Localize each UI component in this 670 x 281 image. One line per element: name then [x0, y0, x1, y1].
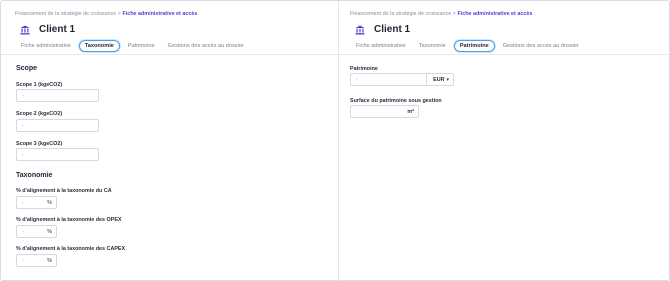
breadcrumb: Financement de la stratégie de croissanc…	[15, 11, 197, 17]
field-label: Patrimoine	[350, 66, 378, 72]
field-label: % d'alignement à la taxonomie du CA	[16, 188, 112, 194]
breadcrumb: Financement de la stratégie de croissanc…	[350, 11, 532, 17]
input-value: -	[22, 200, 24, 206]
percent-unit: %	[47, 258, 52, 264]
input-value: -	[22, 229, 24, 235]
field-label: Surface du patrimoine sous gestion	[350, 98, 442, 104]
left-header: Financement de la stratégie de croissanc…	[1, 1, 338, 55]
input-value: -	[22, 93, 24, 99]
tab-gestions-acces[interactable]: Gestions des accès au dossier	[163, 41, 249, 51]
currency-select[interactable]: EUR ▾	[433, 77, 449, 83]
breadcrumb-parent-link[interactable]: Financement de la stratégie de croissanc…	[350, 11, 451, 17]
field-label: Scope 3 (kgeCO2)	[16, 141, 63, 147]
title-row: Client 1	[20, 24, 75, 35]
divider	[426, 74, 427, 85]
surface-input[interactable]: m²	[350, 105, 419, 118]
breadcrumb-current: Fiche administrative et accès	[457, 11, 533, 17]
tab-fiche-administrative[interactable]: Fiche administrative	[16, 41, 76, 51]
scope1-input[interactable]: -	[16, 89, 99, 102]
tab-bar: Fiche administrative Taxonomie Patrimoin…	[351, 40, 587, 52]
tab-gestions-acces[interactable]: Gestions des accès au dossier	[498, 41, 584, 51]
bank-icon	[20, 25, 30, 34]
capex-alignment-input[interactable]: - %	[16, 254, 57, 267]
area-unit: m²	[407, 109, 414, 115]
breadcrumb-parent-link[interactable]: Financement de la stratégie de croissanc…	[15, 11, 116, 17]
breadcrumb-separator: >	[452, 11, 456, 17]
right-header: Financement de la stratégie de croissanc…	[339, 1, 670, 55]
title-row: Client 1	[355, 24, 410, 35]
input-value: -	[356, 77, 358, 83]
input-value: -	[22, 123, 24, 129]
ca-alignment-input[interactable]: - %	[16, 196, 57, 209]
tab-taxonomie[interactable]: Taxonomie	[78, 40, 120, 52]
input-value: -	[22, 152, 24, 158]
bank-icon	[355, 25, 365, 34]
currency-value: EUR	[433, 77, 445, 83]
section-title-taxonomie: Taxonomie	[16, 172, 53, 179]
chevron-down-icon: ▾	[446, 77, 449, 83]
tab-fiche-administrative[interactable]: Fiche administrative	[351, 41, 411, 51]
field-label: % d'alignement à la taxonomie des CAPEX	[16, 246, 126, 252]
breadcrumb-current: Fiche administrative et accès	[122, 11, 198, 17]
right-panel: Financement de la stratégie de croissanc…	[338, 1, 670, 281]
window-frame: Financement de la stratégie de croissanc…	[0, 0, 670, 281]
breadcrumb-separator: >	[117, 11, 121, 17]
percent-unit: %	[47, 229, 52, 235]
field-label: % d'alignement à la taxonomie des OPEX	[16, 217, 122, 223]
tab-patrimoine[interactable]: Patrimoine	[453, 40, 495, 52]
opex-alignment-input[interactable]: - %	[16, 225, 57, 238]
section-title-scope: Scope	[16, 65, 38, 72]
scope3-input[interactable]: -	[16, 148, 99, 161]
patrimoine-input[interactable]: - EUR ▾	[350, 73, 454, 86]
page-title: Client 1	[39, 24, 76, 35]
left-panel: Financement de la stratégie de croissanc…	[1, 1, 338, 281]
tab-patrimoine[interactable]: Patrimoine	[123, 41, 160, 51]
scope2-input[interactable]: -	[16, 119, 99, 132]
input-value: -	[22, 258, 24, 264]
page-title: Client 1	[374, 24, 411, 35]
field-label: Scope 2 (kgeCO2)	[16, 111, 63, 117]
percent-unit: %	[47, 200, 52, 206]
tab-taxonomie[interactable]: Taxonomie	[414, 41, 451, 51]
field-label: Scope 1 (kgeCO2)	[16, 82, 63, 88]
tab-bar: Fiche administrative Taxonomie Patrimoin…	[16, 40, 252, 52]
